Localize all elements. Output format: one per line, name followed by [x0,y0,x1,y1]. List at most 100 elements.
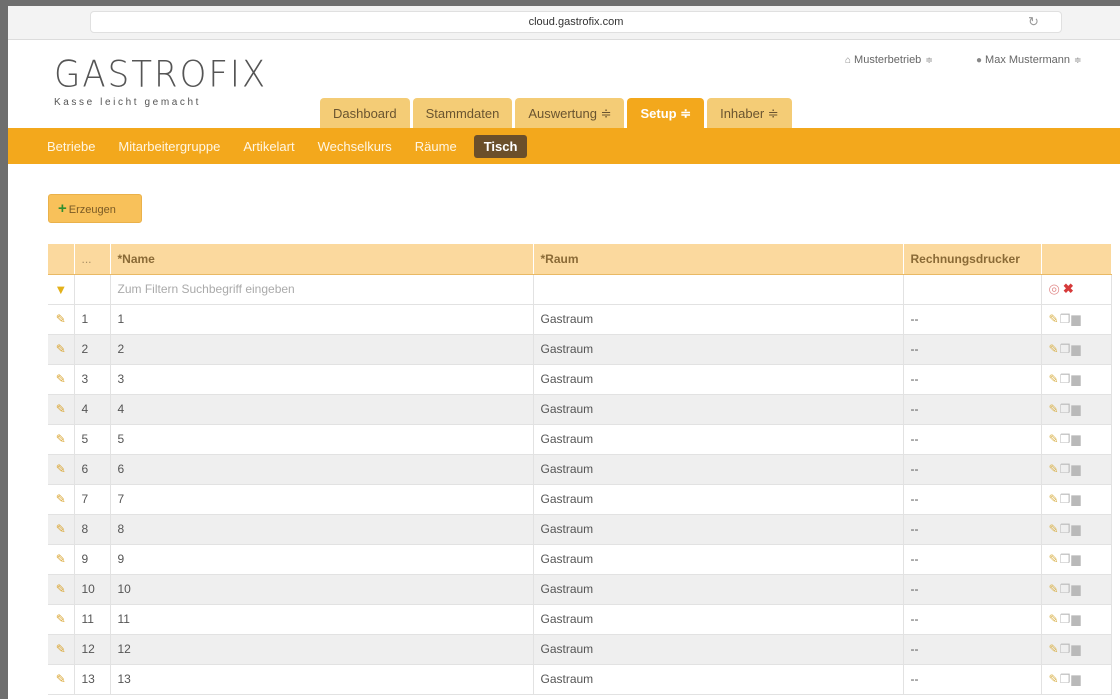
table-row[interactable]: ✎ 9 9 Gastraum -- ✎❐▆ [48,544,1112,575]
copy-icon[interactable]: ❐ [1060,402,1072,416]
edit-icon[interactable]: ✎ [1049,312,1060,326]
edit-icon[interactable]: ✎ [1049,462,1060,476]
table-row[interactable]: ✎ 6 6 Gastraum -- ✎❐▆ [48,454,1112,485]
subnav-artikelart[interactable]: Artikelart [243,139,294,154]
subnav-tisch[interactable]: Tisch [473,134,528,158]
edit-pencil-icon[interactable]: ✎ [56,432,66,446]
table-row[interactable]: ✎ 12 12 Gastraum -- ✎❐▆ [48,634,1112,665]
filter-room-cell[interactable] [533,274,904,305]
trash-icon[interactable]: ▆ [1071,672,1081,686]
table-row[interactable]: ✎ 5 5 Gastraum -- ✎❐▆ [48,424,1112,455]
table-row[interactable]: ✎ 4 4 Gastraum -- ✎❐▆ [48,394,1112,425]
row-number: 6 [74,454,111,485]
edit-pencil-icon[interactable]: ✎ [56,582,66,596]
row-name: 9 [110,544,534,575]
edit-pencil-icon[interactable]: ✎ [56,402,66,416]
address-bar[interactable]: cloud.gastrofix.com [90,11,1062,33]
logo[interactable]: GASTROFIX [54,53,267,96]
trash-icon[interactable]: ▆ [1071,582,1081,596]
table-row[interactable]: ✎ 3 3 Gastraum -- ✎❐▆ [48,364,1112,395]
copy-icon[interactable]: ❐ [1060,492,1072,506]
subnav-raeume[interactable]: Räume [415,139,457,154]
edit-icon[interactable]: ✎ [1049,402,1060,416]
edit-pencil-icon[interactable]: ✎ [56,642,66,656]
trash-icon[interactable]: ▆ [1071,402,1081,416]
edit-pencil-icon[interactable]: ✎ [56,612,66,626]
edit-icon[interactable]: ✎ [1049,612,1060,626]
edit-pencil-icon[interactable]: ✎ [56,492,66,506]
column-header-room[interactable]: *Raum [533,244,904,275]
edit-pencil-icon[interactable]: ✎ [56,342,66,356]
trash-icon[interactable]: ▆ [1071,432,1081,446]
edit-pencil-icon[interactable]: ✎ [56,552,66,566]
tab-dashboard[interactable]: Dashboard [320,98,410,128]
row-actions: ✎❐▆ [1049,672,1082,686]
row-name: 11 [110,604,534,635]
row-actions: ✎❐▆ [1049,642,1082,656]
edit-pencil-icon[interactable]: ✎ [56,462,66,476]
trash-icon[interactable]: ▆ [1071,312,1081,326]
column-header-number[interactable]: ... [74,244,111,275]
copy-icon[interactable]: ❐ [1060,312,1072,326]
edit-icon[interactable]: ✎ [1049,342,1060,356]
edit-icon[interactable]: ✎ [1049,672,1060,686]
copy-icon[interactable]: ❐ [1060,372,1072,386]
trash-icon[interactable]: ▆ [1071,492,1081,506]
trash-icon[interactable]: ▆ [1071,552,1081,566]
trash-icon[interactable]: ▆ [1071,642,1081,656]
table-row[interactable]: ✎ 2 2 Gastraum -- ✎❐▆ [48,334,1112,365]
table-row[interactable]: ✎ 11 11 Gastraum -- ✎❐▆ [48,604,1112,635]
edit-icon[interactable]: ✎ [1049,642,1060,656]
table-row[interactable]: ✎ 7 7 Gastraum -- ✎❐▆ [48,484,1112,515]
tab-setup[interactable]: Setup ≑ [627,98,705,128]
copy-icon[interactable]: ❐ [1060,672,1072,686]
edit-pencil-icon[interactable]: ✎ [56,372,66,386]
filter-input[interactable]: Zum Filtern Suchbegriff eingeben [110,274,534,305]
edit-pencil-icon[interactable]: ✎ [56,672,66,686]
clear-filter-icon[interactable]: ◎ [1049,281,1060,296]
column-header-name[interactable]: *Name [110,244,534,275]
create-button[interactable]: + Erzeugen [48,194,142,223]
reload-icon[interactable]: ↻ [1028,11,1039,33]
tab-inhaber[interactable]: Inhaber ≑ [707,98,792,128]
close-icon[interactable]: ✖ [1063,281,1074,296]
edit-icon[interactable]: ✎ [1049,372,1060,386]
user-menu[interactable]: ● Max Mustermann ≑ [976,54,1082,66]
edit-icon[interactable]: ✎ [1049,432,1060,446]
edit-icon[interactable]: ✎ [1049,522,1060,536]
tab-auswertung[interactable]: Auswertung ≑ [515,98,625,128]
copy-icon[interactable]: ❐ [1060,462,1072,476]
row-number: 11 [74,604,111,635]
copy-icon[interactable]: ❐ [1060,522,1072,536]
copy-icon[interactable]: ❐ [1060,582,1072,596]
table-row[interactable]: ✎ 10 10 Gastraum -- ✎❐▆ [48,574,1112,605]
copy-icon[interactable]: ❐ [1060,642,1072,656]
subnav-mitarbeitergruppe[interactable]: Mitarbeitergruppe [118,139,220,154]
trash-icon[interactable]: ▆ [1071,372,1081,386]
copy-icon[interactable]: ❐ [1060,612,1072,626]
subnav-betriebe[interactable]: Betriebe [47,139,95,154]
company-selector[interactable]: ⌂ Musterbetrieb ≑ [845,54,933,66]
table-row[interactable]: ✎ 13 13 Gastraum -- ✎❐▆ [48,664,1112,695]
trash-icon[interactable]: ▆ [1071,342,1081,356]
trash-icon[interactable]: ▆ [1071,612,1081,626]
tab-stammdaten[interactable]: Stammdaten [412,98,513,128]
table-row[interactable]: ✎ 1 1 Gastraum -- ✎❐▆ [48,304,1112,335]
column-header-printer[interactable]: Rechnungsdrucker [903,244,1042,275]
edit-icon[interactable]: ✎ [1049,582,1060,596]
trash-icon[interactable]: ▆ [1071,522,1081,536]
copy-icon[interactable]: ❐ [1060,432,1072,446]
filter-printer-cell[interactable] [903,274,1042,305]
edit-icon[interactable]: ✎ [1049,492,1060,506]
edit-pencil-icon[interactable]: ✎ [56,522,66,536]
trash-icon[interactable]: ▆ [1071,462,1081,476]
copy-icon[interactable]: ❐ [1060,342,1072,356]
edit-pencil-icon[interactable]: ✎ [56,312,66,326]
create-button-label: Erzeugen [68,204,116,216]
table-row[interactable]: ✎ 8 8 Gastraum -- ✎❐▆ [48,514,1112,545]
subnav-wechselkurs[interactable]: Wechselkurs [318,139,392,154]
copy-icon[interactable]: ❐ [1060,552,1072,566]
row-printer: -- [903,394,1042,425]
row-actions: ✎❐▆ [1049,402,1082,416]
edit-icon[interactable]: ✎ [1049,552,1060,566]
